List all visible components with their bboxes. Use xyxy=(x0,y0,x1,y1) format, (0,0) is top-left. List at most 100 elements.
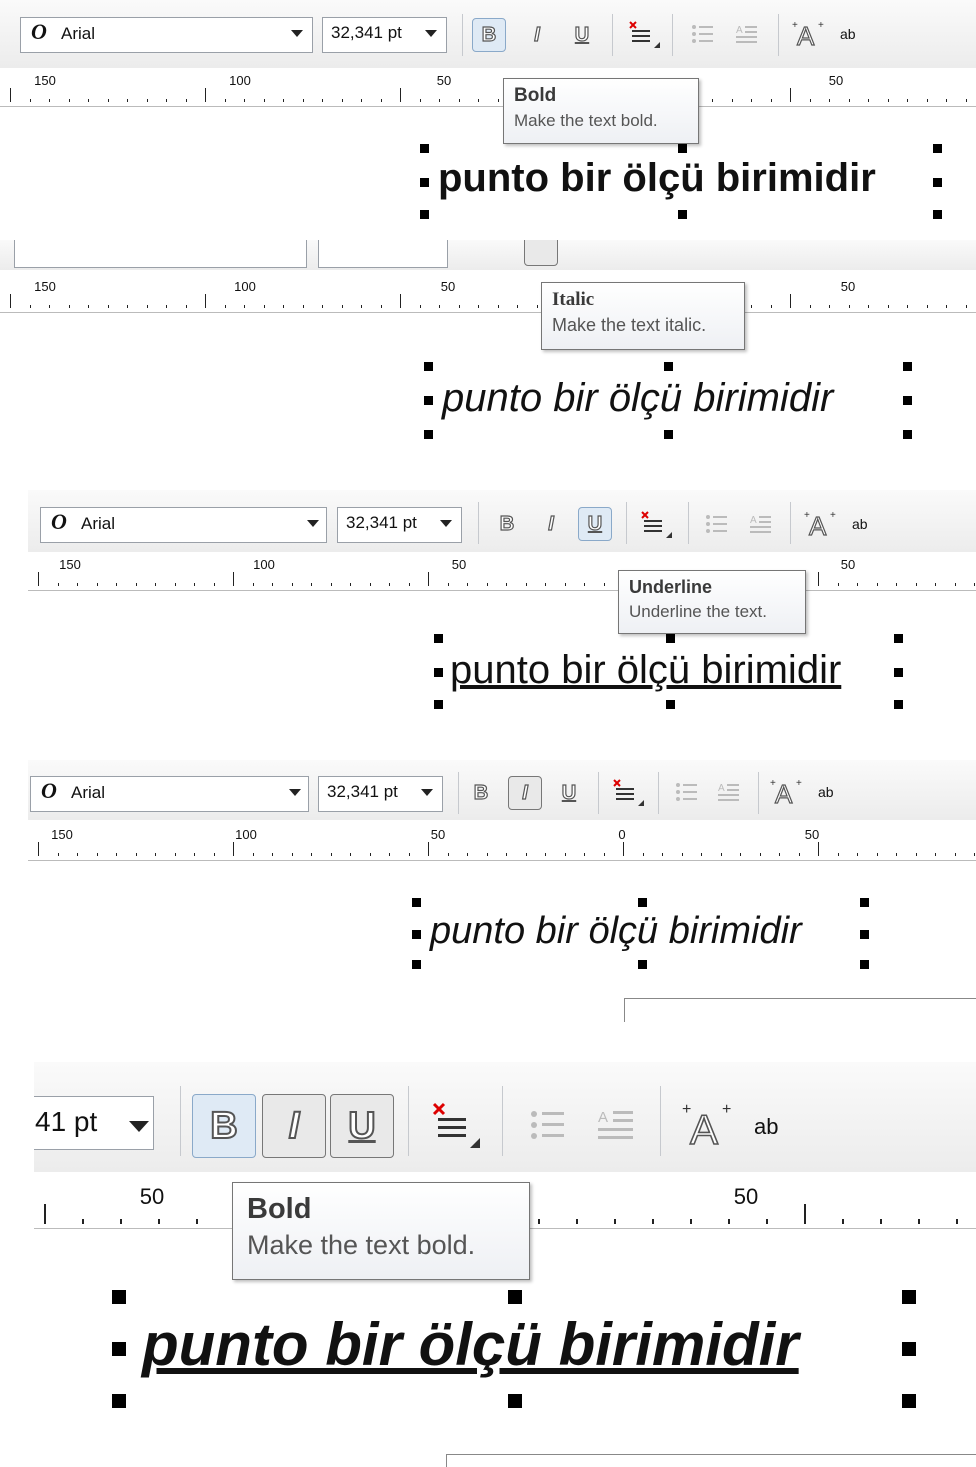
font-size-dropdown[interactable]: 32,341 pt xyxy=(318,776,443,812)
selection-handle[interactable] xyxy=(894,634,903,643)
selection-handle[interactable] xyxy=(894,668,903,677)
text-properties-icon[interactable]: A+ + xyxy=(770,776,804,808)
selection-handle[interactable] xyxy=(112,1342,126,1356)
selection-handle[interactable] xyxy=(933,178,942,187)
drop-cap-icon[interactable]: A xyxy=(748,512,774,538)
selection-handle[interactable] xyxy=(902,1290,916,1304)
bold-button[interactable]: B xyxy=(490,507,524,541)
sample-text-underline[interactable]: punto bir ölçü birimidir xyxy=(450,648,841,693)
selection-handle[interactable] xyxy=(508,1394,522,1408)
italic-button[interactable] xyxy=(524,240,558,266)
selection-handle[interactable] xyxy=(666,634,675,643)
selection-handle[interactable] xyxy=(424,362,433,371)
selection-handle[interactable] xyxy=(420,210,429,219)
selection-handle[interactable] xyxy=(903,430,912,439)
selection-handle[interactable] xyxy=(902,1342,916,1356)
selection-handle[interactable] xyxy=(420,144,429,153)
selection-handle[interactable] xyxy=(933,210,942,219)
sample-text-italic[interactable]: punto bir ölçü birimidir xyxy=(430,910,802,953)
selection-handle[interactable] xyxy=(434,634,443,643)
selection-handle[interactable] xyxy=(903,362,912,371)
selection-handle[interactable] xyxy=(434,668,443,677)
selection-handle[interactable] xyxy=(664,362,673,371)
underline-button[interactable]: U xyxy=(565,18,599,52)
selection-handle[interactable] xyxy=(903,396,912,405)
bullet-list-icon[interactable] xyxy=(674,780,700,806)
selection-handle[interactable] xyxy=(860,960,869,969)
italic-button[interactable]: I xyxy=(520,18,554,52)
insert-symbol-icon[interactable] xyxy=(432,1102,484,1152)
selection-handle[interactable] xyxy=(860,930,869,939)
selection-handle[interactable] xyxy=(664,430,673,439)
text-properties-icon[interactable]: A+ + xyxy=(682,1100,736,1152)
selection-handle[interactable] xyxy=(112,1290,126,1304)
underline-button[interactable]: U xyxy=(330,1094,394,1158)
chevron-down-icon[interactable] xyxy=(440,520,452,527)
ruler-tick xyxy=(790,294,791,308)
edit-text-icon[interactable]: ab xyxy=(852,516,868,532)
selection-handle[interactable] xyxy=(933,144,942,153)
selection-handle[interactable] xyxy=(678,144,687,153)
sample-text-bold[interactable]: punto bir ölçü birimidir xyxy=(438,156,876,201)
edit-text-icon[interactable]: ab xyxy=(818,784,834,800)
drop-cap-icon[interactable]: A xyxy=(716,780,742,806)
font-size-dropdown[interactable]: 41 pt xyxy=(34,1096,154,1150)
selection-handle[interactable] xyxy=(638,960,647,969)
bullet-list-icon[interactable] xyxy=(690,22,716,48)
selection-handle[interactable] xyxy=(434,700,443,709)
font-size-dropdown[interactable]: 32,341 pt xyxy=(322,17,447,53)
insert-symbol-icon[interactable] xyxy=(640,510,674,542)
selection-handle[interactable] xyxy=(678,210,687,219)
insert-symbol-icon[interactable] xyxy=(628,20,662,52)
bold-icon: B xyxy=(473,781,489,804)
selection-handle[interactable] xyxy=(508,1290,522,1304)
chevron-down-icon[interactable] xyxy=(307,520,319,527)
font-size-dropdown[interactable]: 32,341 pt xyxy=(337,507,462,543)
selection-handle[interactable] xyxy=(412,960,421,969)
selection-handle[interactable] xyxy=(412,930,421,939)
underline-button[interactable]: U xyxy=(552,776,586,810)
selection-handle[interactable] xyxy=(894,700,903,709)
ruler-tick xyxy=(926,305,928,308)
font-family-dropdown[interactable]: O Arial xyxy=(30,776,309,812)
font-size-dropdown[interactable] xyxy=(318,240,448,268)
selection-handle[interactable] xyxy=(112,1394,126,1408)
ruler-tick xyxy=(205,294,206,308)
drop-cap-icon[interactable]: A xyxy=(734,22,760,48)
selection-handle[interactable] xyxy=(860,898,869,907)
drop-cap-icon[interactable]: A xyxy=(596,1106,636,1146)
italic-button[interactable]: I xyxy=(534,507,568,541)
italic-button[interactable]: I xyxy=(262,1094,326,1158)
chevron-down-icon[interactable] xyxy=(129,1121,149,1132)
bold-button[interactable]: B xyxy=(464,776,498,810)
selection-handle[interactable] xyxy=(666,700,675,709)
underline-button[interactable]: U xyxy=(578,507,612,541)
bold-button[interactable]: B xyxy=(472,18,506,52)
selection-handle[interactable] xyxy=(638,898,647,907)
selection-handle[interactable] xyxy=(424,430,433,439)
chevron-down-icon[interactable] xyxy=(289,789,301,796)
italic-button[interactable]: I xyxy=(508,776,542,810)
chevron-down-icon[interactable] xyxy=(421,789,433,796)
text-properties-icon[interactable]: A+ + xyxy=(804,508,838,540)
bullet-list-icon[interactable] xyxy=(528,1106,568,1146)
font-family-dropdown[interactable]: O Arial xyxy=(40,507,327,543)
sample-text-italic[interactable]: punto bir ölçü birimidir xyxy=(442,376,833,421)
sample-text-bold-italic-underline[interactable]: punto bir ölçü birimidir xyxy=(142,1310,799,1379)
font-family-dropdown[interactable] xyxy=(14,240,307,268)
chevron-down-icon[interactable] xyxy=(425,30,437,37)
font-family-dropdown[interactable]: O Arial xyxy=(20,17,313,53)
chevron-down-icon[interactable] xyxy=(291,30,303,37)
bold-button[interactable]: B xyxy=(192,1094,256,1158)
text-properties-icon[interactable]: A+ + xyxy=(792,18,826,50)
bold-button[interactable] xyxy=(478,240,512,266)
insert-symbol-icon[interactable] xyxy=(612,778,646,810)
selection-handle[interactable] xyxy=(420,178,429,187)
edit-text-icon[interactable]: ab xyxy=(754,1114,778,1140)
selection-handle[interactable] xyxy=(412,898,421,907)
bullet-list-icon[interactable] xyxy=(704,512,730,538)
tooltip: Italic Make the text italic. xyxy=(541,282,745,350)
edit-text-icon[interactable]: ab xyxy=(840,26,856,42)
selection-handle[interactable] xyxy=(424,396,433,405)
selection-handle[interactable] xyxy=(902,1394,916,1408)
